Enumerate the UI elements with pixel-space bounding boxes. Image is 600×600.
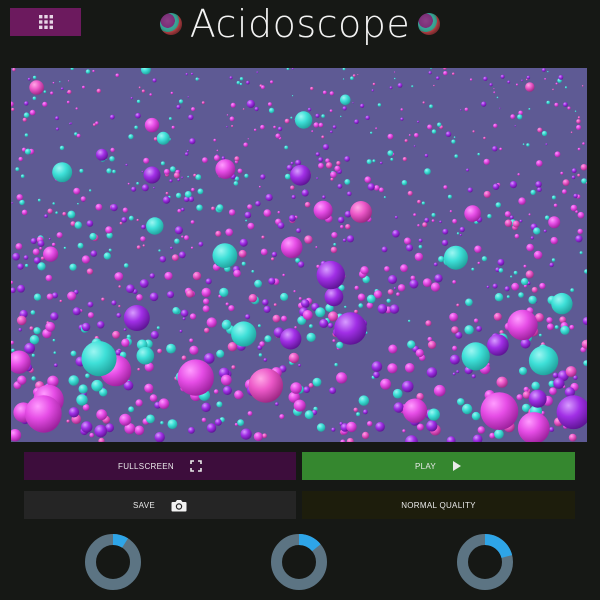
gauge-3 — [457, 534, 513, 590]
play-icon — [452, 460, 462, 472]
visualizer-canvas[interactable] — [11, 68, 587, 442]
gauge-2 — [271, 534, 327, 590]
camera-icon — [171, 499, 187, 512]
save-label: SAVE — [133, 500, 155, 510]
fullscreen-button[interactable]: FULLSCREEN — [24, 452, 296, 480]
expand-icon — [190, 460, 202, 472]
sphere-scene — [11, 68, 587, 442]
quality-button[interactable]: NORMAL QUALITY — [302, 491, 575, 519]
orb-icon — [159, 13, 182, 35]
quality-label: NORMAL QUALITY — [401, 500, 476, 510]
gauge-1 — [85, 534, 141, 590]
fullscreen-label: FULLSCREEN — [118, 461, 174, 471]
play-button[interactable]: PLAY — [302, 452, 575, 480]
orb-icon — [418, 13, 441, 35]
save-button[interactable]: SAVE — [24, 491, 296, 519]
play-label: PLAY — [414, 461, 437, 471]
app-title: Acidoscope — [189, 2, 411, 46]
gauge-track — [85, 534, 141, 590]
app-header: Acidoscope — [0, 0, 600, 48]
